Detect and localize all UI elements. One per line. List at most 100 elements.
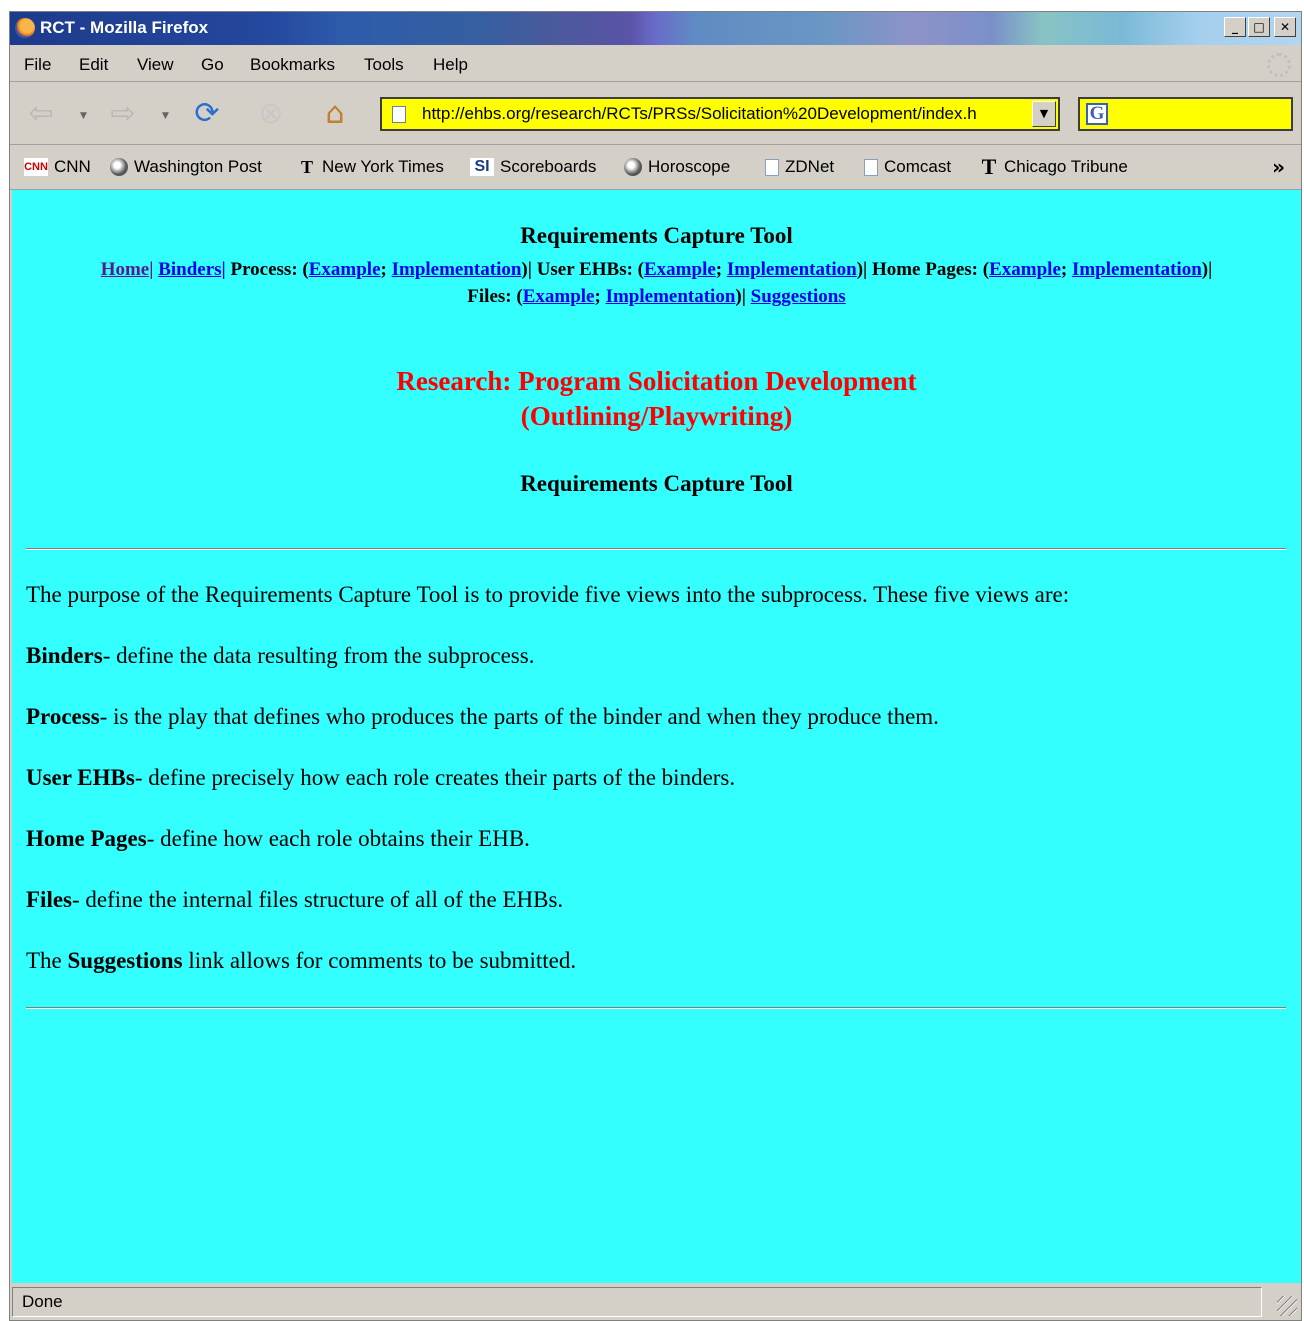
- search-bar[interactable]: G: [1078, 97, 1293, 131]
- term: Files: [26, 887, 72, 912]
- url-dropdown-icon[interactable]: ▼: [1032, 101, 1056, 127]
- firefox-icon: [15, 18, 35, 38]
- link-home-pages-implementation[interactable]: Implementation: [1072, 259, 1202, 280]
- menu-bookmarks[interactable]: Bookmarks: [250, 55, 335, 75]
- page-icon: [864, 158, 878, 176]
- url-bar[interactable]: http://ehbs.org/research/RCTs/PRSs/Solic…: [380, 97, 1060, 131]
- view-user-ehbs: User EHBs- define precisely how each rol…: [26, 765, 735, 791]
- link-suggestions[interactable]: Suggestions: [751, 286, 846, 307]
- separator: ;: [715, 259, 723, 280]
- resize-grip-icon[interactable]: [1277, 1296, 1297, 1316]
- bookmark-zdnet[interactable]: ZDNet: [765, 157, 834, 177]
- description: - define the data resulting from the sub…: [102, 643, 535, 668]
- view-files: Files- define the internal files structu…: [26, 887, 563, 913]
- menu-help[interactable]: Help: [433, 55, 468, 75]
- menu-view[interactable]: View: [137, 55, 174, 75]
- cnn-icon: CNN: [24, 158, 48, 176]
- minimize-button[interactable]: _: [1224, 17, 1246, 37]
- home-icon[interactable]: ⌂: [316, 96, 354, 131]
- divider: [26, 548, 1286, 550]
- page-heading: Research: Program Solicitation Developme…: [12, 364, 1301, 434]
- reload-icon[interactable]: ⟳: [188, 96, 226, 131]
- chevron-more-icon[interactable]: »: [1272, 155, 1285, 179]
- menu-bar: File Edit View Go Bookmarks Tools Help: [10, 47, 1301, 82]
- user-ehbs-label: User EHBs: (: [536, 259, 644, 280]
- title-bar[interactable]: RCT - Mozilla Firefox _ □ ✕: [10, 12, 1301, 45]
- google-icon[interactable]: G: [1086, 103, 1108, 125]
- menu-go[interactable]: Go: [201, 55, 224, 75]
- site-nav: Home| Binders| Process: (Example; Implem…: [12, 256, 1301, 310]
- globe-icon: [110, 158, 128, 176]
- term: Home Pages: [26, 826, 147, 851]
- back-dropdown-icon[interactable]: ▼: [80, 111, 87, 121]
- close-button[interactable]: ✕: [1274, 17, 1296, 37]
- window-title: RCT - Mozilla Firefox: [40, 18, 209, 37]
- link-user-ehbs-example[interactable]: Example: [644, 259, 716, 280]
- section-title: Requirements Capture Tool: [520, 471, 793, 496]
- bookmark-cnn[interactable]: CNN CNN: [24, 157, 91, 177]
- link-home[interactable]: Home|: [101, 259, 154, 280]
- tribune-icon: T: [981, 154, 997, 179]
- divider: [26, 1007, 1286, 1009]
- page-heading-line2: (Outlining/Playwriting): [520, 401, 793, 431]
- menu-file[interactable]: File: [24, 55, 51, 75]
- bookmark-new-york-times[interactable]: T New York Times: [298, 157, 444, 177]
- maximize-button[interactable]: □: [1248, 17, 1270, 37]
- separator: )|: [521, 259, 532, 280]
- bookmark-label: Scoreboards: [500, 157, 597, 176]
- link-files-implementation[interactable]: Implementation: [606, 286, 736, 307]
- bookmark-washington-post[interactable]: Washington Post: [110, 157, 262, 177]
- link-binders[interactable]: Binders|: [158, 259, 226, 280]
- bookmark-label: ZDNet: [785, 157, 835, 176]
- link-user-ehbs-implementation[interactable]: Implementation: [727, 259, 857, 280]
- status-bar: Done: [10, 1285, 1301, 1320]
- status-text: Done: [12, 1287, 1262, 1317]
- link-process-example[interactable]: Example: [309, 259, 381, 280]
- stop-icon[interactable]: ⊗: [252, 96, 290, 131]
- page-heading-line1: Research: Program Solicitation Developme…: [396, 366, 917, 396]
- view-binders: Binders- define the data resulting from …: [26, 643, 534, 669]
- globe-icon: [624, 158, 642, 176]
- separator: )|: [735, 286, 746, 307]
- bookmark-scoreboards[interactable]: SI Scoreboards: [470, 157, 596, 177]
- bookmark-label: Horoscope: [648, 157, 731, 176]
- link-process-implementation[interactable]: Implementation: [392, 259, 522, 280]
- back-arrow-icon[interactable]: ⇦: [22, 96, 60, 131]
- menu-tools[interactable]: Tools: [364, 55, 404, 75]
- bookmark-label: Chicago Tribune: [1004, 157, 1128, 176]
- view-home-pages: Home Pages- define how each role obtains…: [26, 826, 530, 852]
- bookmark-chicago-tribune[interactable]: T Chicago Tribune: [980, 154, 1128, 179]
- text: link allows for comments to be submitted…: [182, 948, 577, 973]
- term: User EHBs: [26, 765, 135, 790]
- term: Suggestions: [67, 948, 183, 973]
- page-content: Requirements Capture Tool Home| Binders|…: [12, 190, 1301, 1283]
- description: - define precisely how each role creates…: [134, 765, 736, 790]
- text: The: [26, 948, 68, 973]
- page-icon: [392, 106, 406, 123]
- si-icon: SI: [470, 158, 494, 176]
- description: - define the internal files structure of…: [72, 887, 564, 912]
- bookmark-label: CNN: [54, 157, 91, 176]
- bookmark-horoscope[interactable]: Horoscope: [624, 157, 730, 177]
- tool-title: Requirements Capture Tool: [520, 223, 793, 248]
- intro-text: The purpose of the Requirements Capture …: [26, 582, 1070, 607]
- link-home-pages-example[interactable]: Example: [989, 259, 1061, 280]
- separator: )|: [1201, 259, 1213, 280]
- url-text[interactable]: http://ehbs.org/research/RCTs/PRSs/Solic…: [422, 104, 1022, 124]
- nyt-icon: T: [300, 157, 313, 177]
- browser-window: RCT - Mozilla Firefox _ □ ✕ File Edit Vi…: [9, 11, 1302, 1321]
- menu-edit[interactable]: Edit: [79, 55, 108, 75]
- separator: )|: [856, 259, 868, 280]
- bookmark-label: Comcast: [884, 157, 952, 176]
- forward-arrow-icon[interactable]: ⇨: [104, 96, 142, 131]
- bookmarks-toolbar: CNN CNN Washington Post T New York Times S…: [10, 145, 1301, 190]
- bookmark-label: Washington Post: [134, 157, 262, 176]
- throbber-icon: [1267, 53, 1291, 77]
- forward-dropdown-icon[interactable]: ▼: [162, 111, 169, 121]
- bookmark-comcast[interactable]: Comcast: [864, 157, 951, 177]
- link-files-example[interactable]: Example: [523, 286, 595, 307]
- term: Process: [26, 704, 100, 729]
- home-pages-label: Home Pages: (: [871, 259, 990, 280]
- term: Binders: [26, 643, 103, 668]
- separator: ;: [1060, 259, 1068, 280]
